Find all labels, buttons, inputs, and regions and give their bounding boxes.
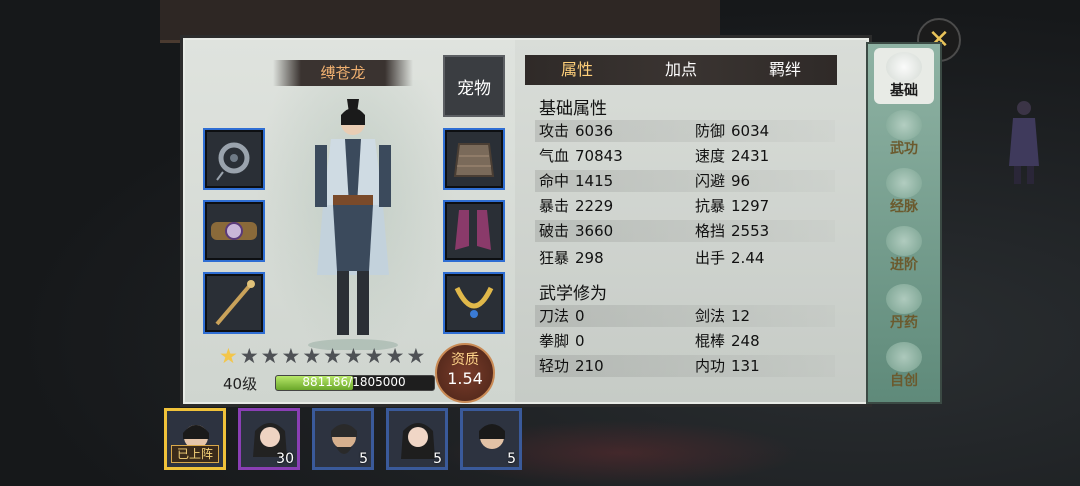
- roster-member[interactable]: 5: [386, 408, 448, 470]
- belt-icon: [211, 222, 257, 240]
- stat-attack-speed: 出手 2.44: [695, 249, 765, 267]
- star-empty-icon: ★: [385, 344, 405, 368]
- star-empty-icon: ★: [302, 344, 322, 368]
- staff-icon: [215, 280, 255, 326]
- stat-inner: 内功 131: [695, 357, 760, 375]
- stat-block: 格挡 2553: [695, 222, 770, 240]
- character-panel: 缚苍龙 宠物 ★ ★ ★ ★ ★ ★ ★ ★ ★ ★ 40级 881186/18…: [183, 38, 869, 404]
- member-count: 5: [433, 451, 442, 467]
- meridian-icon: [886, 168, 922, 198]
- basic-stats-title: 基础属性: [539, 99, 607, 119]
- aptitude-label: 资质: [451, 352, 479, 368]
- martial-stats-title: 武学修为: [539, 284, 607, 304]
- stat-staff: 棍棒 248: [695, 332, 760, 350]
- stat-fist: 拳脚 0: [539, 332, 585, 350]
- boots-slot[interactable]: [443, 200, 505, 262]
- necklace-icon: [454, 286, 494, 318]
- stat-pierce: 破击 3660: [539, 222, 614, 240]
- stat-row: 破击 3660 格挡 2553: [535, 220, 835, 242]
- character-name: 缚苍龙: [273, 60, 413, 86]
- side-tab-pill[interactable]: 丹药: [874, 280, 934, 336]
- stat-speed: 速度 2431: [695, 147, 770, 165]
- member-count: 30: [276, 451, 294, 467]
- jade-pendant-icon: [216, 142, 250, 181]
- aptitude-badge: 资质 1.54: [435, 343, 495, 403]
- armor-slot[interactable]: [443, 128, 505, 190]
- stat-blade: 刀法 0: [539, 307, 585, 325]
- boots-icon: [455, 210, 491, 250]
- stat-tabs: 属性 加点 羁绊: [525, 55, 837, 85]
- stat-row: 气血 70843 速度 2431: [535, 145, 835, 167]
- stats-area: 属性 加点 羁绊 基础属性 攻击 6036 防御 6034 气血 70843 速度 24…: [517, 40, 867, 402]
- member-count: 5: [507, 451, 516, 467]
- book-icon: [886, 342, 922, 372]
- stat-crit: 暴击 2229: [539, 197, 614, 215]
- star-empty-icon: ★: [281, 344, 301, 368]
- roster-member[interactable]: 30: [238, 408, 300, 470]
- armor-icon: [453, 143, 495, 177]
- side-tabs: 基础 武功 经脉 进阶 丹药 自创: [866, 42, 942, 404]
- pet-button[interactable]: 宠物: [443, 55, 505, 117]
- star-filled-icon: ★: [219, 344, 238, 368]
- side-tab-kungfu[interactable]: 武功: [874, 106, 934, 162]
- side-tab-advance[interactable]: 进阶: [874, 222, 934, 278]
- side-tab-create[interactable]: 自创: [874, 338, 934, 394]
- stat-row: 拳脚 0 棍棒 248: [535, 330, 835, 352]
- stat-row: 命中 1415 闪避 96: [535, 170, 835, 192]
- character-roster: 已上阵 30 5 5 5: [164, 408, 522, 470]
- side-tab-basic[interactable]: 基础: [874, 48, 934, 104]
- npc-figure: [1009, 101, 1039, 184]
- star-empty-icon: ★: [406, 344, 426, 368]
- star-rating: ★ ★ ★ ★ ★ ★ ★ ★ ★ ★: [219, 345, 425, 367]
- stat-crit-resist: 抗暴 1297: [695, 197, 770, 215]
- staff-slot[interactable]: [203, 272, 265, 334]
- character-portrait: [308, 99, 398, 350]
- stat-row: 攻击 6036 防御 6034: [535, 120, 835, 142]
- jade-pendant-slot[interactable]: [203, 128, 265, 190]
- belt-slot[interactable]: [203, 200, 265, 262]
- star-empty-icon: ★: [260, 344, 280, 368]
- tab-attributes[interactable]: 属性: [525, 55, 629, 85]
- level-label: 40级: [223, 375, 258, 393]
- portrait-icon: [886, 52, 922, 82]
- flame-icon: [886, 226, 922, 256]
- stat-sword: 剑法 12: [695, 307, 751, 325]
- necklace-slot[interactable]: [443, 272, 505, 334]
- stat-row: 轻功 210 内功 131: [535, 355, 835, 377]
- stat-rage: 狂暴 298: [539, 249, 604, 267]
- stat-hit: 命中 1415: [539, 172, 614, 190]
- roster-member[interactable]: 已上阵: [164, 408, 226, 470]
- star-empty-icon: ★: [323, 344, 342, 368]
- stat-lightness: 轻功 210: [539, 357, 604, 375]
- stat-row: 狂暴 298 出手 2.44: [535, 247, 835, 269]
- stat-hp: 气血 70843: [539, 147, 623, 165]
- tab-bonds[interactable]: 羁绊: [733, 55, 837, 85]
- stat-defense: 防御 6034: [695, 122, 770, 140]
- star-empty-icon: ★: [343, 344, 363, 368]
- aptitude-value: 1.54: [447, 369, 483, 388]
- background-roof: [160, 0, 720, 43]
- gourd-icon: [886, 284, 922, 314]
- roster-member[interactable]: 5: [312, 408, 374, 470]
- kungfu-icon: [886, 110, 922, 140]
- tab-add-points[interactable]: 加点: [629, 55, 733, 85]
- roster-member[interactable]: 5: [460, 408, 522, 470]
- stat-attack: 攻击 6036: [539, 122, 614, 140]
- exp-text: 881186/1805000: [302, 375, 406, 389]
- stat-dodge: 闪避 96: [695, 172, 751, 190]
- member-count: 5: [359, 451, 368, 467]
- star-empty-icon: ★: [239, 344, 259, 368]
- deployed-tag: 已上阵: [171, 445, 219, 463]
- character-view: 缚苍龙 宠物 ★ ★ ★ ★ ★ ★ ★ ★ ★ ★ 40级 881186/18…: [185, 40, 515, 403]
- side-tab-meridian[interactable]: 经脉: [874, 164, 934, 220]
- star-empty-icon: ★: [364, 344, 384, 368]
- stat-row: 刀法 0 剑法 12: [535, 305, 835, 327]
- stat-row: 暴击 2229 抗暴 1297: [535, 195, 835, 217]
